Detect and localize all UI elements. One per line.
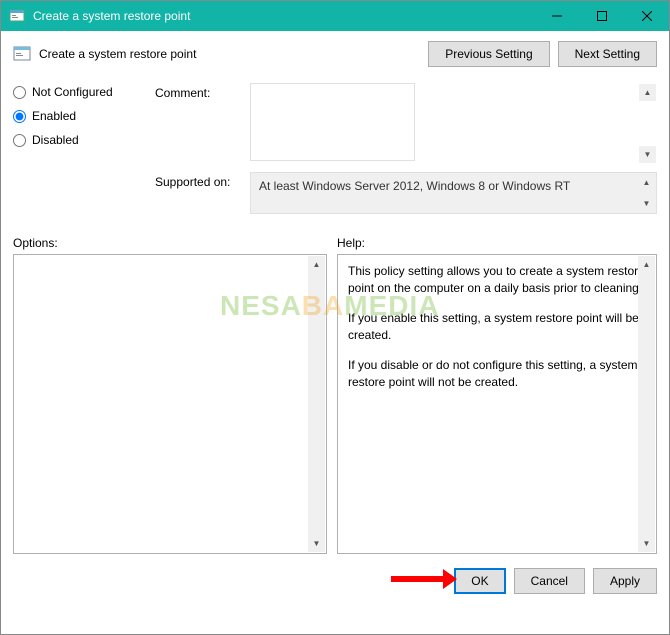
help-panel: This policy setting allows you to create… — [337, 254, 657, 554]
supported-on-text: At least Windows Server 2012, Windows 8 … — [259, 179, 570, 193]
scroll-down-icon[interactable]: ▼ — [308, 535, 325, 552]
help-text-3: If you disable or do not configure this … — [348, 357, 646, 392]
minimize-button[interactable] — [534, 1, 579, 31]
apply-button[interactable]: Apply — [593, 568, 657, 594]
radio-disabled-input[interactable] — [13, 134, 26, 147]
help-label: Help: — [337, 236, 365, 250]
help-text-2: If you enable this setting, a system res… — [348, 310, 646, 345]
previous-setting-button[interactable]: Previous Setting — [428, 41, 549, 67]
radio-not-configured-label: Not Configured — [32, 85, 113, 99]
options-label: Options: — [13, 236, 337, 250]
policy-title: Create a system restore point — [39, 47, 428, 61]
scroll-down-icon[interactable]: ▼ — [638, 535, 655, 552]
window-controls — [534, 1, 669, 31]
help-text-1: This policy setting allows you to create… — [348, 263, 646, 298]
ok-button[interactable]: OK — [454, 568, 505, 594]
comment-label: Comment: — [155, 83, 250, 164]
radio-not-configured-input[interactable] — [13, 86, 26, 99]
radio-enabled-input[interactable] — [13, 110, 26, 123]
scroll-up-icon[interactable]: ▲ — [638, 174, 655, 191]
radio-not-configured[interactable]: Not Configured — [13, 85, 141, 99]
maximize-button[interactable] — [579, 1, 624, 31]
comment-textarea[interactable] — [250, 83, 415, 161]
cancel-button[interactable]: Cancel — [514, 568, 585, 594]
policy-icon — [13, 45, 31, 63]
annotation-arrow — [391, 569, 457, 589]
titlebar: Create a system restore point — [1, 1, 669, 31]
scroll-down-icon[interactable]: ▼ — [638, 195, 655, 212]
supported-on-box: At least Windows Server 2012, Windows 8 … — [250, 172, 657, 214]
scroll-up-icon[interactable]: ▲ — [638, 256, 655, 273]
window-title: Create a system restore point — [33, 9, 534, 23]
app-icon — [9, 8, 25, 24]
supported-label: Supported on: — [155, 172, 250, 214]
next-setting-button[interactable]: Next Setting — [558, 41, 657, 67]
scroll-up-icon[interactable]: ▲ — [308, 256, 325, 273]
radio-disabled-label: Disabled — [32, 133, 79, 147]
radio-disabled[interactable]: Disabled — [13, 133, 141, 147]
radio-enabled[interactable]: Enabled — [13, 109, 141, 123]
header-row: Create a system restore point Previous S… — [1, 31, 669, 75]
scroll-down-icon[interactable]: ▼ — [639, 146, 656, 163]
radio-enabled-label: Enabled — [32, 109, 76, 123]
options-panel: ▲ ▼ — [13, 254, 327, 554]
scroll-up-icon[interactable]: ▲ — [639, 84, 656, 101]
close-button[interactable] — [624, 1, 669, 31]
